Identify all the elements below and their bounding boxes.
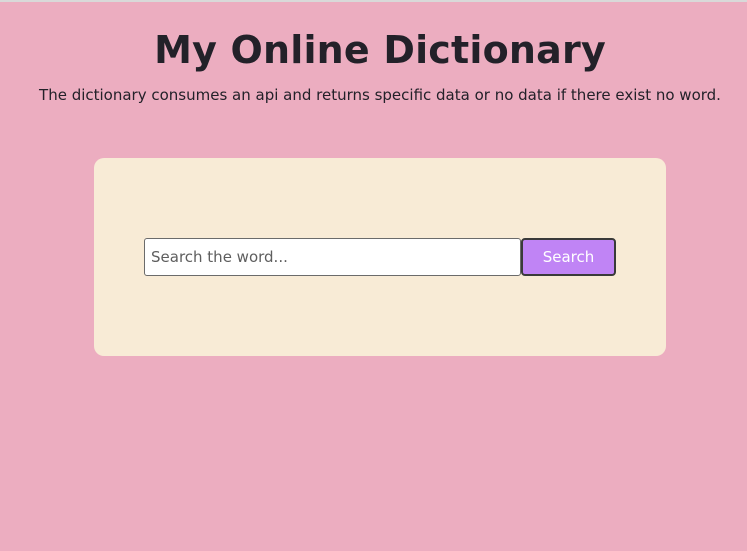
- page-subtitle: The dictionary consumes an api and retur…: [39, 86, 721, 104]
- search-input[interactable]: [144, 238, 521, 276]
- search-card: Search: [94, 158, 666, 356]
- page-title: My Online Dictionary: [154, 28, 606, 72]
- search-button[interactable]: Search: [521, 238, 616, 276]
